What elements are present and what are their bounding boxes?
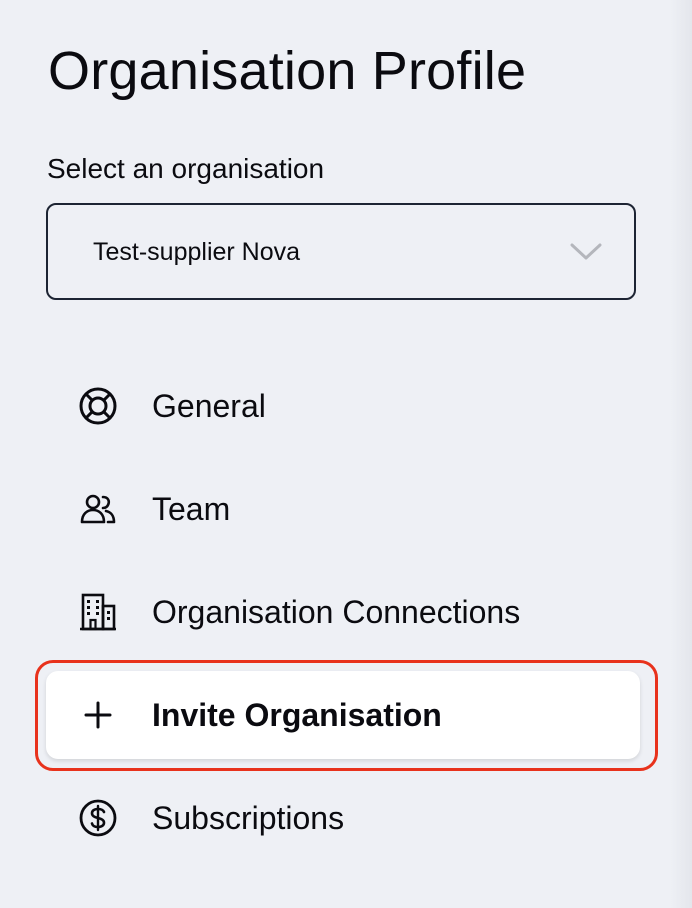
- nav-item-label: Subscriptions: [152, 800, 345, 836]
- page-title: Organisation Profile: [48, 41, 527, 101]
- organisation-select[interactable]: Test-supplier Nova: [46, 203, 636, 300]
- users-icon: [78, 489, 118, 529]
- select-organisation-label: Select an organisation: [47, 153, 325, 184]
- nav-item-label: Team: [152, 491, 231, 527]
- nav-item-invite-organisation[interactable]: Invite Organisation: [46, 671, 640, 759]
- nav-item-label: General: [152, 388, 266, 424]
- organisation-select-value: Test-supplier Nova: [93, 238, 301, 266]
- plus-icon: [78, 695, 118, 735]
- lifebuoy-icon: [78, 386, 118, 426]
- dollar-circle-icon: [78, 798, 118, 838]
- nav-item-label: Organisation Connections: [152, 594, 521, 630]
- content-edge-shadow: [670, 0, 692, 908]
- chevron-down-icon: [569, 241, 603, 263]
- nav-item-label: Invite Organisation: [152, 697, 442, 733]
- nav-item-subscriptions[interactable]: Subscriptions: [46, 774, 640, 862]
- nav-item-organisation-connections[interactable]: Organisation Connections: [46, 568, 640, 656]
- nav-item-general[interactable]: General: [46, 362, 640, 450]
- nav-item-team[interactable]: Team: [46, 465, 640, 553]
- building-icon: [78, 592, 118, 632]
